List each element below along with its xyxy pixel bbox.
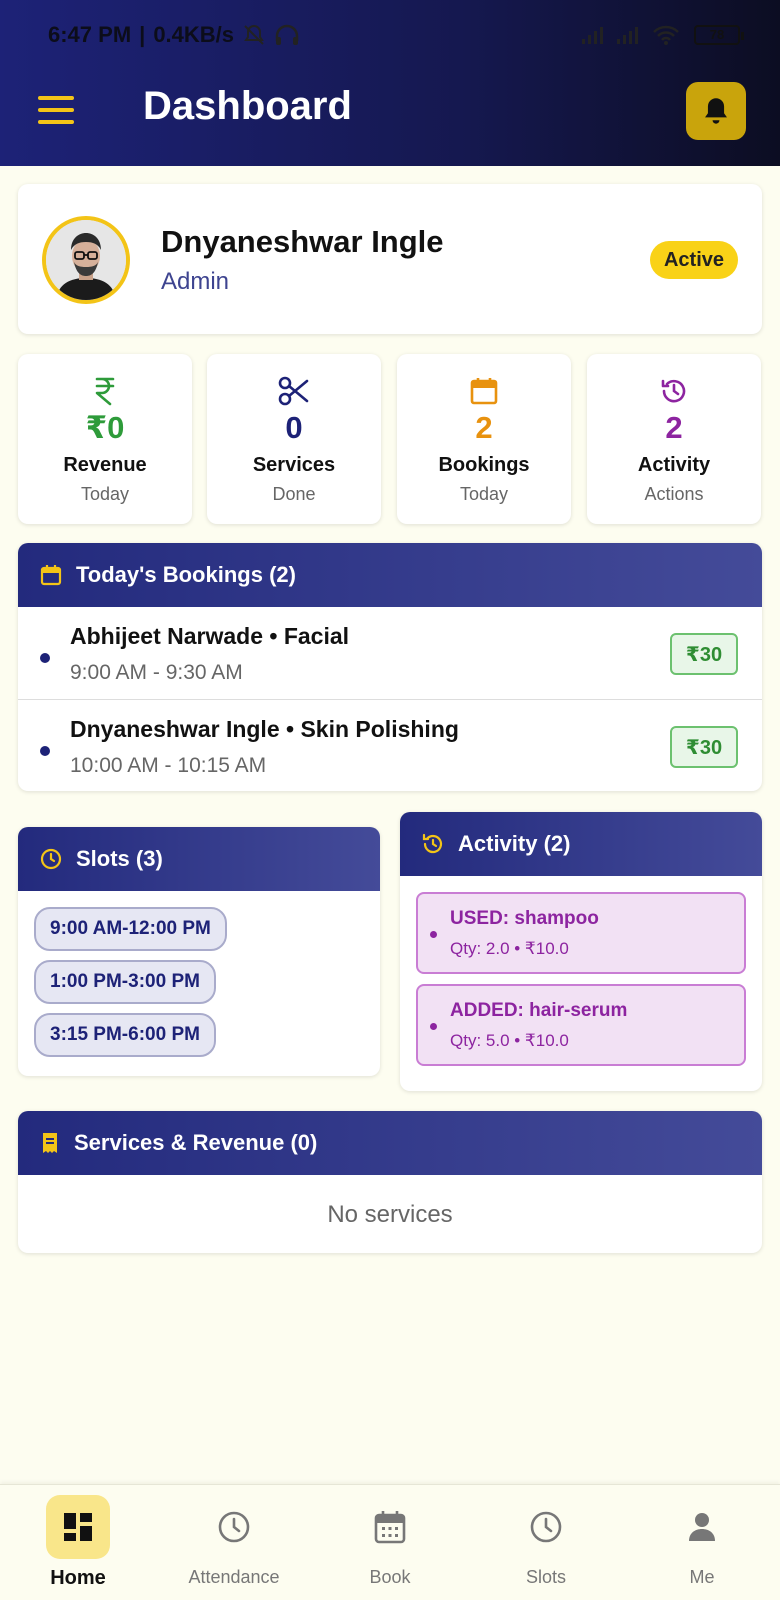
nav-home[interactable]: Home [0,1485,156,1600]
nav-label: Me [689,1567,715,1587]
bookings-title: Today's Bookings (2) [76,562,296,587]
stat-label: Activity [637,454,711,476]
slot-chip[interactable]: 1:00 PM-3:00 PM [34,960,216,1004]
clock-icon [40,848,62,870]
empty-state-text: No services [327,1201,453,1228]
history-icon [422,833,443,854]
status-badge: Active [650,241,738,279]
bottom-nav: Home Attendance Book Slots Me [0,1484,780,1600]
activity-item-detail: Qty: 2.0 • ₹10.0 [450,939,569,958]
wifi-icon [653,25,679,45]
booking-title: Dnyaneshwar Ingle • Skin Polishing [70,716,459,742]
bookings-header: Today's Bookings (2) [18,543,762,607]
stat-sublabel: Today [80,484,130,504]
nav-label: Book [369,1567,411,1587]
stat-value: 2 [475,410,493,445]
activity-header: Activity (2) [400,812,762,876]
stat-card-revenue[interactable]: ₹0 Revenue Today [18,354,192,524]
calendar-icon [358,1495,422,1559]
bookings-card: Today's Bookings (2) Abhijeet Narwade • … [18,543,762,791]
stat-value: ₹0 [85,410,125,445]
booking-time: 9:00 AM - 9:30 AM [70,661,243,684]
nav-me[interactable]: Me [624,1485,780,1600]
nav-label: Home [50,1567,106,1589]
slots-title: Slots (3) [76,846,163,871]
signal-icon [582,26,603,44]
activity-title: Activity (2) [458,831,571,856]
app-header: 6:47 PM | 0.4KB/s 78 Dashboard [0,0,780,166]
stat-value: 2 [665,410,683,445]
services-card: Services & Revenue (0) No services [18,1111,762,1253]
calendar-icon [40,565,62,586]
slots-header: Slots (3) [18,827,380,891]
receipt-icon [43,1133,57,1153]
history-icon [587,374,761,408]
nav-book[interactable]: Book [312,1485,468,1600]
bell-icon [705,98,727,124]
status-speed: 0.4KB/s [153,22,235,47]
services-title: Services & Revenue (0) [74,1130,318,1155]
profile-name: Dnyaneshwar Ingle [161,224,444,259]
slot-chip[interactable]: 9:00 AM-12:00 PM [34,907,227,951]
booking-item[interactable]: Abhijeet Narwade • Facial 9:00 AM - 9:30… [18,607,762,699]
page-title: Dashboard [143,84,352,128]
profile-card: Dnyaneshwar Ingle Admin Active [18,184,762,334]
nav-slots[interactable]: Slots [468,1485,624,1600]
price-badge: ₹30 [670,633,738,675]
activity-item[interactable]: USED: shampoo Qty: 2.0 • ₹10.0 [416,892,746,974]
booking-time: 10:00 AM - 10:15 AM [70,754,267,777]
stat-card-bookings[interactable]: 2 Bookings Today [397,354,571,524]
stat-value: 0 [285,410,303,445]
signal-icon [617,26,638,44]
menu-button[interactable] [38,96,74,124]
avatar [42,216,130,304]
status-bar: 6:47 PM | 0.4KB/s 78 [48,20,744,50]
stat-sublabel: Done [272,484,316,504]
battery-icon: 78 [694,25,744,45]
price-badge: ₹30 [670,726,738,768]
activity-card: Activity (2) USED: shampoo Qty: 2.0 • ₹1… [400,812,762,1091]
nav-label: Slots [525,1567,567,1587]
clock-icon [202,1495,266,1559]
notifications-button[interactable] [686,82,746,140]
activity-item-title: ADDED: hair-serum [450,1000,628,1021]
stat-sublabel: Actions [644,484,704,504]
booking-title: Abhijeet Narwade • Facial [70,623,350,649]
profile-role: Admin [161,268,230,295]
activity-item[interactable]: ADDED: hair-serum Qty: 5.0 • ₹10.0 [416,984,746,1066]
activity-item-detail: Qty: 5.0 • ₹10.0 [450,1031,569,1050]
scissors-icon [207,374,381,408]
nav-label: Attendance [188,1567,280,1587]
headphones-icon [275,24,299,45]
nav-attendance[interactable]: Attendance [156,1485,312,1600]
stat-label: Bookings [438,454,530,476]
dashboard-icon [46,1495,110,1559]
stat-card-activity[interactable]: 2 Activity Actions [587,354,761,524]
stat-label: Services [252,454,336,476]
status-time: 6:47 PM [48,22,132,47]
stat-sublabel: Today [459,484,509,504]
stat-label: Revenue [63,454,147,476]
services-header: Services & Revenue (0) [18,1111,762,1175]
stat-card-services[interactable]: 0 Services Done [207,354,381,524]
mute-icon [244,24,264,45]
slot-chip[interactable]: 3:15 PM-6:00 PM [34,1013,216,1057]
person-icon [670,1495,734,1559]
calendar-icon [397,374,571,408]
activity-item-title: USED: shampoo [450,908,599,929]
rupee-icon [18,374,192,408]
booking-item[interactable]: Dnyaneshwar Ingle • Skin Polishing 10:00… [18,699,762,791]
clock-icon [514,1495,578,1559]
slots-card: Slots (3) 9:00 AM-12:00 PM 1:00 PM-3:00 … [18,827,380,1076]
